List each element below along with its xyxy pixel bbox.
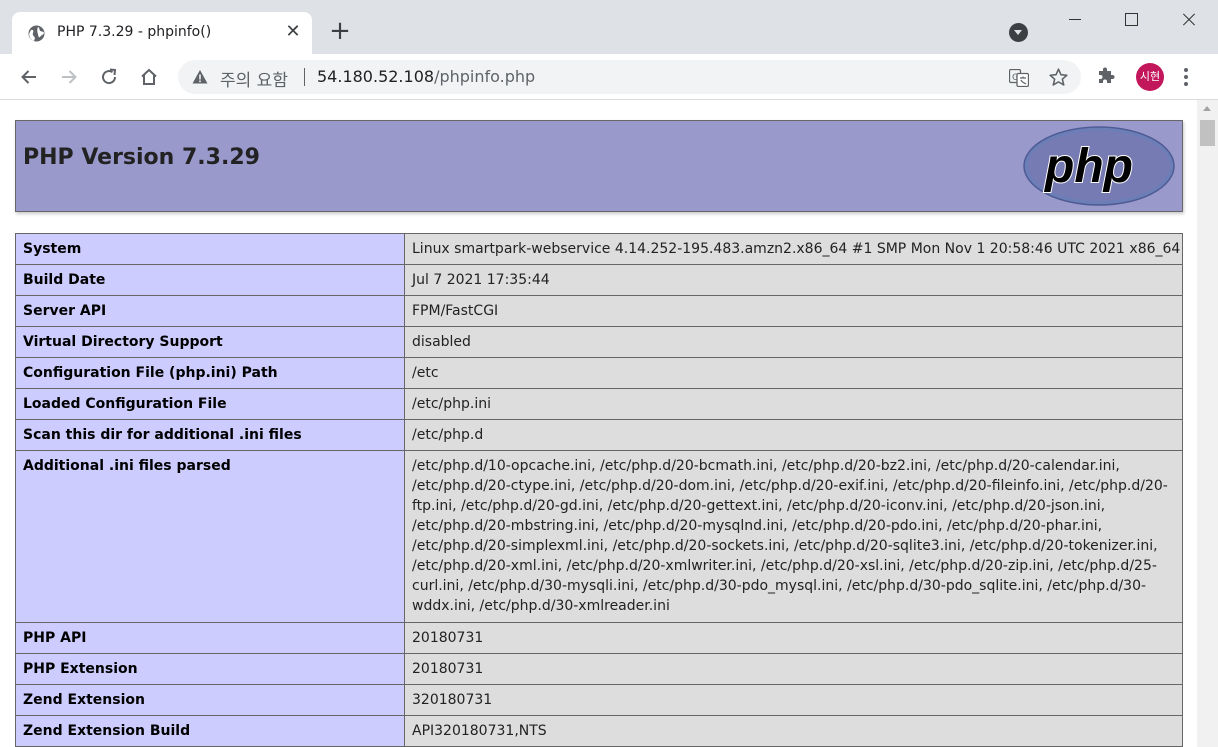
browser-toolbar: 주의 요함 54.180.52.108/phpinfo.php G 시현 — [0, 54, 1218, 100]
table-row: Server API FPM/FastCGI — [15, 295, 1183, 327]
row-key: Build Date — [15, 264, 405, 296]
php-logo[interactable]: php — [1023, 126, 1175, 210]
row-value: /etc/php.ini — [404, 388, 1183, 420]
row-value: Jul 7 2021 17:35:44 — [404, 264, 1183, 296]
row-key: PHP API — [15, 622, 405, 654]
arrow-left-icon — [21, 70, 36, 84]
url-text[interactable]: 54.180.52.108/phpinfo.php — [317, 67, 535, 86]
row-value-line: /etc/php.d/20-mbstring.ini, /etc/php.d/2… — [412, 518, 1103, 534]
warning-icon[interactable] — [192, 69, 208, 89]
puzzle-extensions-icon[interactable] — [1096, 66, 1116, 90]
row-value: /etc/php.d — [404, 419, 1183, 451]
php-header: PHP Version 7.3.29 php — [15, 120, 1183, 212]
url-host: 54.180.52.108 — [317, 67, 435, 86]
address-bar[interactable]: 주의 요함 54.180.52.108/phpinfo.php G — [178, 60, 1081, 94]
vertical-scrollbar[interactable] — [1197, 100, 1218, 747]
row-value: /etc/php.d/10-opcache.ini, /etc/php.d/20… — [404, 450, 1183, 623]
row-key: Zend Extension — [15, 684, 405, 716]
translate-icon[interactable]: G — [1008, 68, 1030, 91]
minimize-window-button[interactable] — [1047, 0, 1103, 36]
bookmark-star-icon[interactable] — [1048, 67, 1069, 92]
new-tab-button[interactable]: + — [326, 18, 354, 47]
table-row: Additional .ini files parsed/etc/php.d/1… — [15, 450, 1183, 623]
maximize-window-button[interactable] — [1103, 0, 1159, 36]
page-title: PHP Version 7.3.29 — [23, 145, 260, 170]
row-value: 320180731 — [404, 684, 1183, 716]
security-label[interactable]: 주의 요함 — [220, 66, 288, 91]
page-content: PHP Version 7.3.29 php System Linux smart… — [0, 100, 1197, 747]
globe-icon — [28, 25, 45, 42]
tab-title: PHP 7.3.29 - phpinfo() — [57, 24, 212, 40]
row-key: System — [15, 233, 405, 265]
row-key: Additional .ini files parsed — [15, 450, 405, 623]
kebab-menu-icon[interactable] — [1183, 67, 1189, 91]
home-button[interactable] — [134, 62, 164, 92]
row-key: Server API — [15, 295, 405, 327]
row-key: Virtual Directory Support — [15, 326, 405, 358]
phpinfo-table: System Linux smartpark-webservice 4.14.25… — [15, 233, 1183, 747]
table-row: PHP Extension 20180731 — [15, 653, 1183, 685]
row-value-line: /etc/php.d/20-simplexml.ini, /etc/php.d/… — [412, 538, 1158, 554]
table-row: PHP API 20180731 — [15, 622, 1183, 654]
row-value: disabled — [404, 326, 1183, 358]
row-value-line: wddx.ini, /etc/php.d/30-xmlreader.ini — [412, 598, 670, 614]
profile-avatar[interactable]: 시현 — [1136, 63, 1164, 91]
table-row: Loaded Configuration File/etc/php.ini — [15, 388, 1183, 420]
row-key: Configuration File (php.ini) Path — [15, 357, 405, 389]
table-row: Zend Extension 320180731 — [15, 684, 1183, 716]
omnibox-separator — [304, 68, 305, 86]
phpinfo-table-body: System Linux smartpark-webservice 4.14.25… — [15, 233, 1183, 747]
forward-button[interactable] — [54, 62, 84, 92]
home-icon — [141, 68, 157, 85]
row-value-line: curl.ini, /etc/php.d/30-mysqli.ini, /etc… — [412, 578, 1147, 594]
row-value: 20180731 — [404, 622, 1183, 654]
tab-search-dropdown-icon[interactable] — [1009, 23, 1028, 42]
table-row: Configuration File (php.ini) Path/etc — [15, 357, 1183, 389]
row-value-line: /etc/php.d/20-xml.ini, /etc/php.d/20-xml… — [412, 558, 1157, 574]
close-tab-icon[interactable]: ✕ — [283, 22, 303, 42]
row-value: /etc — [404, 357, 1183, 389]
url-path: /phpinfo.php — [434, 67, 536, 86]
browser-tab[interactable]: PHP 7.3.29 - phpinfo() ✕ — [12, 12, 312, 54]
row-value-line: /etc/php.d/10-opcache.ini, /etc/php.d/20… — [412, 458, 1120, 474]
close-window-button[interactable] — [1160, 0, 1216, 36]
reload-icon — [102, 68, 117, 85]
row-value-line: ftp.ini, /etc/php.d/20-gd.ini, /etc/php.… — [412, 498, 1106, 514]
row-key: PHP Extension — [15, 653, 405, 685]
table-row: Scan this dir for additional .ini files /… — [15, 419, 1183, 451]
scrollbar-thumb[interactable] — [1200, 120, 1215, 146]
php-logo-text: php — [1043, 140, 1133, 193]
table-row: Zend Extension Build API320180731,NTS — [15, 715, 1183, 747]
row-value: Linux smartpark-webservice 4.14.252-195.… — [404, 233, 1183, 265]
reload-button[interactable] — [94, 62, 124, 92]
scroll-up-arrow-icon[interactable] — [1197, 100, 1218, 117]
row-key: Zend Extension Build — [15, 715, 405, 747]
table-row: Virtual Directory Support disabled — [15, 326, 1183, 358]
row-key: Loaded Configuration File — [15, 388, 405, 420]
row-value: FPM/FastCGI — [404, 295, 1183, 327]
table-row: Build Date Jul 7 2021 17:35:44 — [15, 264, 1183, 296]
row-key: Scan this dir for additional .ini files — [15, 419, 405, 451]
browser-title-bar: PHP 7.3.29 - phpinfo() ✕ + — [0, 0, 1218, 54]
arrow-right-icon — [62, 70, 77, 84]
table-row: System Linux smartpark-webservice 4.14.25… — [15, 233, 1183, 265]
row-value-line: /etc/php.d/20-ctype.ini, /etc/php.d/20-d… — [412, 478, 1168, 494]
back-button[interactable] — [14, 62, 44, 92]
row-value: API320180731,NTS — [404, 715, 1183, 747]
row-value: 20180731 — [404, 653, 1183, 685]
